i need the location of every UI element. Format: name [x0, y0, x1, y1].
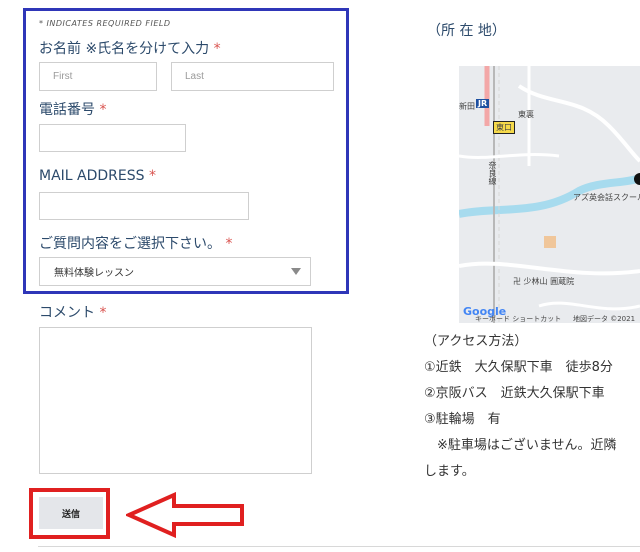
map[interactable]: 新田 JR 東裏 東口 奈良線 アズ英会話スクール 卍 少林山 圓蔵院 Goog… — [459, 66, 640, 323]
access-item: ②京阪バス 近鉄大久保駅下車 — [424, 386, 605, 401]
access-heading: （アクセス方法） — [424, 334, 528, 349]
arrow-left-icon — [126, 492, 244, 538]
access-item: します。 — [424, 464, 475, 479]
submit-button[interactable]: 送信 — [39, 497, 103, 529]
email-input[interactable] — [39, 192, 249, 220]
map-poi-label: アズ英会話スクール — [573, 193, 640, 202]
map-road-label: 奈良線 — [488, 161, 497, 185]
comment-textarea[interactable] — [39, 327, 312, 474]
phone-input[interactable] — [39, 124, 186, 152]
name-label: お名前 ※氏名を分けて入力 * — [39, 41, 221, 57]
inquiry-label: ご質問内容をご選択下さい。 * — [39, 236, 233, 252]
map-shortcuts-link[interactable]: キーボード ショートカット — [475, 314, 561, 323]
chevron-down-icon — [291, 268, 301, 275]
divider — [38, 546, 640, 547]
phone-label: 電話番号 * — [39, 102, 107, 118]
map-jr-badge: JR — [476, 99, 490, 108]
email-label: MAIL ADDRESS * — [39, 168, 156, 184]
map-exit-label: 東口 — [493, 121, 515, 134]
access-item: ※駐車場はございません。近隣 — [424, 438, 617, 453]
map-station-label: 新田 — [459, 102, 475, 111]
location-heading: （所 在 地） — [427, 23, 506, 39]
first-name-input[interactable]: First — [39, 62, 157, 91]
inquiry-select[interactable]: 無料体験レッスン — [39, 257, 311, 286]
map-area-label: 東裏 — [518, 110, 534, 119]
last-name-input[interactable]: Last — [171, 62, 334, 91]
comment-label: コメント * — [39, 305, 107, 321]
access-item: ①近鉄 大久保駅下車 徒歩8分 — [424, 360, 613, 375]
required-field-note: * INDICATES REQUIRED FIELD — [39, 19, 171, 28]
map-temple-label: 卍 少林山 圓蔵院 — [513, 277, 575, 286]
inquiry-selected-value: 無料体験レッスン — [54, 268, 134, 279]
access-item: ③駐輪場 有 — [424, 412, 501, 427]
map-attribution: 地図データ ©2021 — [573, 315, 636, 323]
